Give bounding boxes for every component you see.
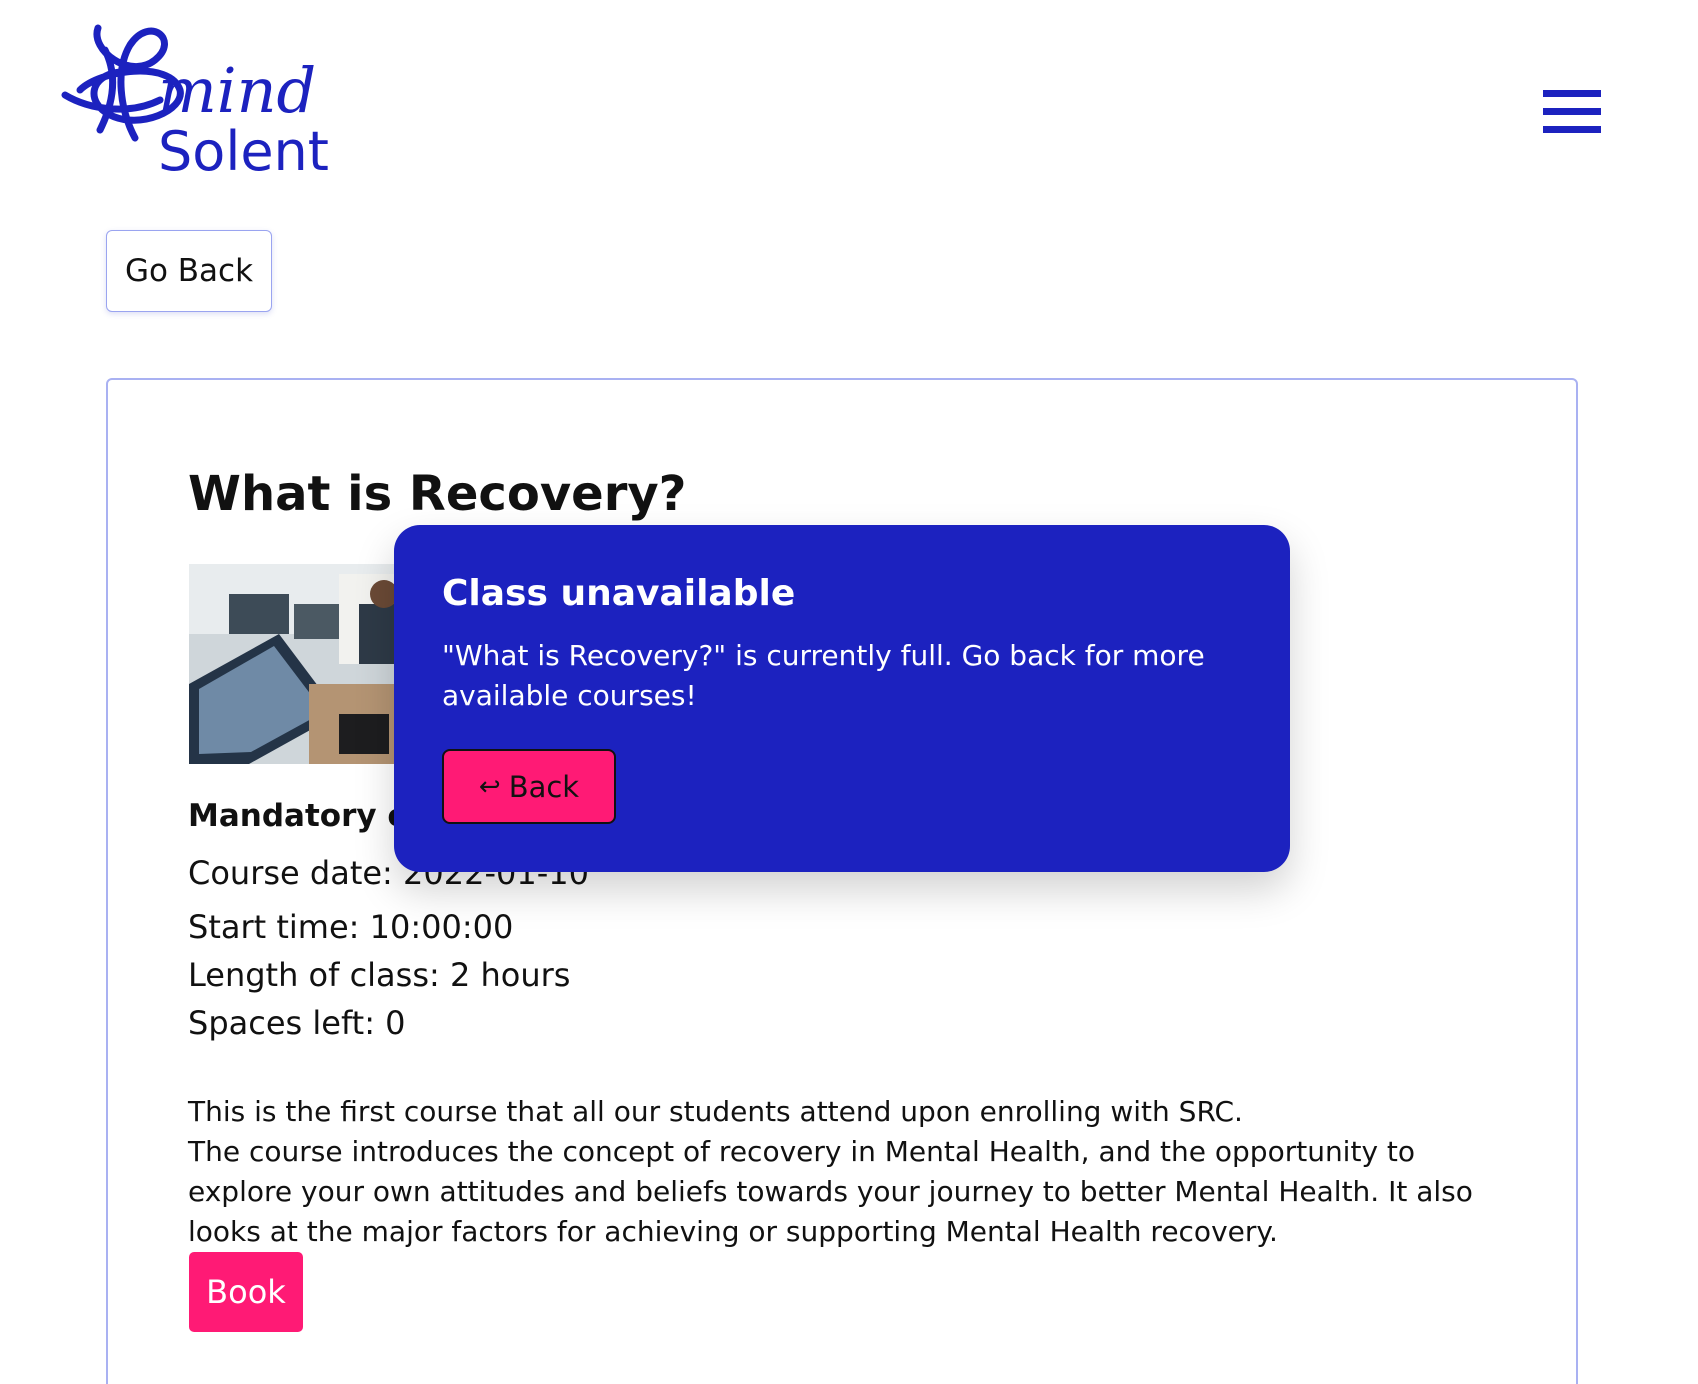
description-line-2: The course introduces the concept of rec…: [188, 1135, 1473, 1248]
logo-graphic: mind Solent: [61, 24, 329, 183]
book-button[interactable]: Book: [189, 1252, 303, 1332]
modal-back-button[interactable]: ↩ Back: [442, 749, 616, 824]
spaces-left: Spaces left: 0: [188, 1004, 406, 1042]
mandatory-label: Mandatory c: [188, 798, 406, 834]
svg-text:mind: mind: [158, 54, 316, 127]
modal-title: Class unavailable: [442, 573, 796, 614]
course-image: [189, 564, 419, 764]
menu-bar-top: [1543, 90, 1601, 97]
hamburger-menu-icon[interactable]: [1543, 90, 1601, 134]
modal-message: "What is Recovery?" is currently full. G…: [442, 639, 1205, 712]
go-back-button[interactable]: Go Back: [106, 230, 272, 312]
start-time: Start time: 10:00:00: [188, 908, 514, 946]
menu-bar-middle: [1543, 108, 1601, 115]
mind-solent-logo[interactable]: mind Solent: [60, 20, 390, 195]
page: mind Solent Go Back What is Recovery? Ma…: [0, 0, 1698, 1384]
return-arrow-icon: ↩: [478, 771, 501, 802]
class-unavailable-modal: Class unavailable "What is Recovery?" is…: [394, 525, 1290, 872]
svg-text:Solent: Solent: [158, 120, 329, 183]
course-description: This is the first course that all our st…: [188, 1092, 1508, 1252]
modal-back-label: Back: [508, 769, 580, 804]
course-title: What is Recovery?: [188, 466, 687, 522]
menu-bar-bottom: [1543, 126, 1601, 133]
description-line-1: This is the first course that all our st…: [188, 1095, 1243, 1128]
class-length: Length of class: 2 hours: [188, 956, 571, 994]
